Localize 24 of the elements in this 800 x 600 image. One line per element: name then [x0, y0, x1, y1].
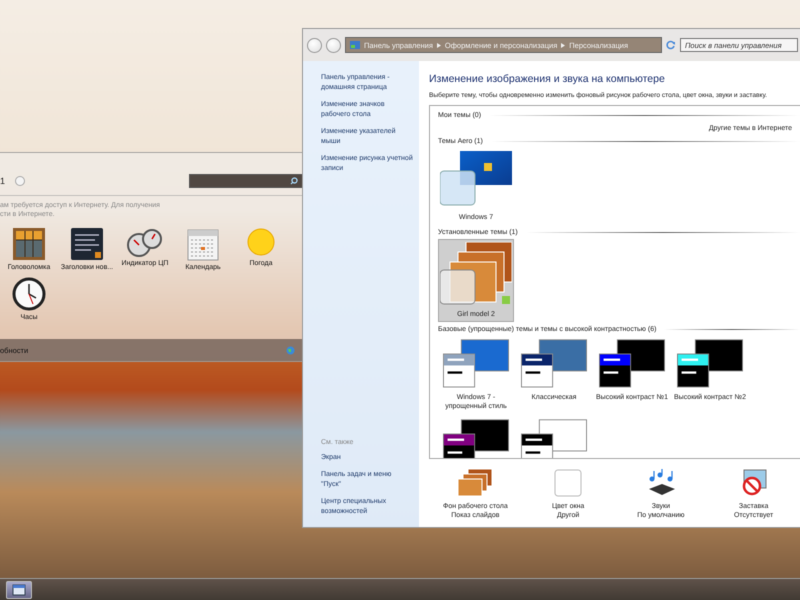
theme-preview	[521, 419, 587, 458]
theme-preview	[443, 419, 509, 458]
gauge-icon	[127, 227, 163, 257]
search-icon	[290, 177, 298, 185]
calendar-icon	[187, 227, 219, 261]
back-button[interactable]	[307, 38, 322, 52]
page-title: Изменение изображения и звука на компьютере	[429, 73, 666, 85]
start-button[interactable]	[6, 580, 32, 598]
color-swatch-icon	[554, 469, 582, 497]
gadget-search-field[interactable]	[189, 174, 303, 188]
page-number: 1	[0, 176, 6, 186]
forward-button[interactable]	[326, 38, 341, 52]
next-page-button[interactable]	[15, 176, 26, 186]
photos-icon	[458, 469, 492, 497]
globe-icon	[286, 346, 295, 354]
news-headlines-icon	[70, 227, 104, 261]
window-icon	[12, 584, 26, 596]
clock-icon	[12, 277, 46, 311]
control-panel-icon	[350, 40, 360, 50]
chevron-icon	[561, 42, 566, 48]
chevron-icon	[436, 42, 441, 48]
sun-icon	[246, 227, 276, 257]
refresh-icon[interactable]	[666, 40, 676, 50]
puzzle-icon	[12, 227, 46, 261]
